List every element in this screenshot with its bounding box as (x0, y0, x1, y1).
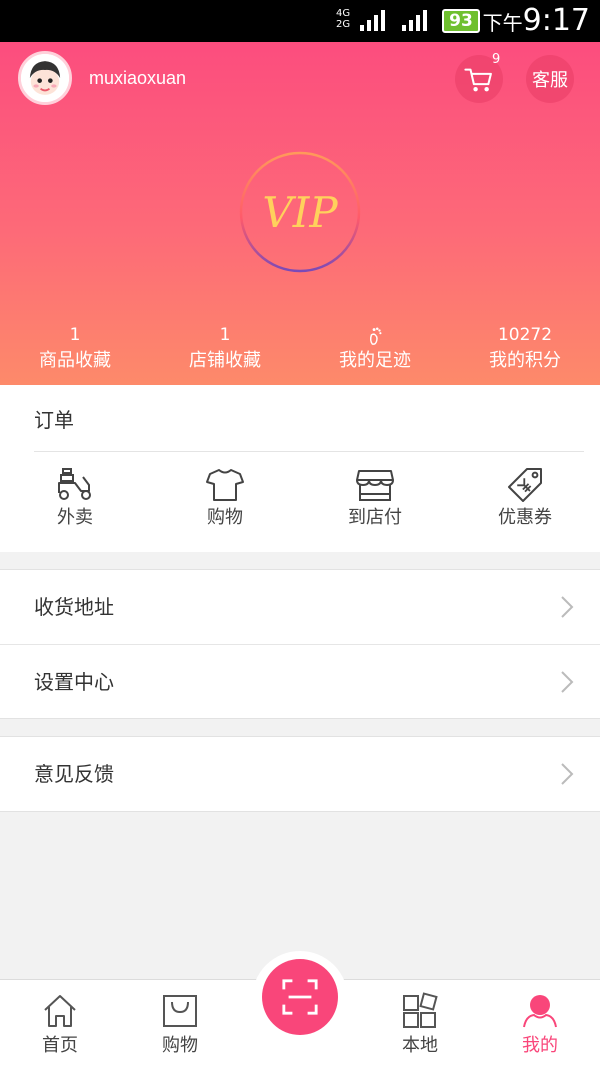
stat-value: 10272 (497, 325, 553, 345)
stat-product-favorites[interactable]: 1 商品收藏 (0, 324, 150, 378)
nav-shopping[interactable]: 购物 (140, 992, 220, 1057)
footprint-glyph (369, 327, 382, 345)
order-shopping[interactable]: 购物 (150, 467, 300, 529)
menu-label: 设置中心 (34, 670, 114, 694)
chevron-right-icon (561, 596, 574, 618)
tshirt-icon (206, 469, 244, 501)
scan-button[interactable] (262, 959, 338, 1035)
username[interactable]: muxiaoxuan (89, 67, 186, 89)
cart-badge: 9 (492, 52, 501, 67)
scan-icon (282, 979, 318, 1015)
order-in-store-pay[interactable]: 到店付 (300, 467, 450, 529)
stat-label: 商品收藏 (39, 350, 111, 371)
nav-label: 购物 (162, 1035, 198, 1056)
avatar-icon (21, 54, 69, 102)
orders-card: 订单 外卖 购物 到店付 优惠券 (0, 385, 600, 552)
order-label: 到店付 (348, 507, 402, 528)
network-4g-label: 4G (336, 8, 351, 19)
store-icon (356, 470, 394, 501)
network-2g-label: 2G (336, 19, 351, 30)
nav-label: 首页 (42, 1035, 78, 1056)
cart-icon (464, 68, 492, 92)
footprint-icon (300, 324, 450, 348)
signal-icon (360, 10, 388, 31)
orders-title[interactable]: 订单 (34, 407, 74, 433)
menu-label: 收货地址 (34, 595, 114, 619)
grid-icon (403, 992, 438, 1028)
order-coupons[interactable]: 优惠券 (450, 467, 600, 529)
menu-feedback[interactable]: 意见反馈 (0, 737, 600, 811)
menu-shipping-address[interactable]: 收货地址 (0, 570, 600, 644)
clock-period: 下午 (482, 11, 523, 35)
scan-button-wrap (252, 951, 348, 1047)
profile-header: muxiaoxuan 9 客服 VIP 1 商品收藏 1 店铺收藏 我的足迹 1… (0, 42, 600, 385)
home-icon (44, 995, 76, 1027)
order-categories: 外卖 购物 到店付 优惠券 (0, 467, 600, 529)
stats-row: 1 商品收藏 1 店铺收藏 我的足迹 10272 我的积分 (0, 324, 600, 378)
stat-store-favorites[interactable]: 1 店铺收藏 (150, 324, 300, 378)
user-icon (523, 995, 557, 1028)
order-takeout[interactable]: 外卖 (0, 467, 150, 529)
order-label: 外卖 (57, 507, 93, 528)
network-type: 4G 2G (336, 8, 350, 30)
nav-me[interactable]: 我的 (500, 992, 580, 1057)
vip-ring-icon: VIP (239, 151, 361, 273)
vip-label: VIP (262, 188, 338, 237)
vip-badge[interactable]: VIP (238, 150, 362, 274)
stat-label: 店铺收藏 (189, 350, 261, 371)
customer-service-button[interactable]: 客服 (526, 55, 574, 103)
nav-label: 本地 (402, 1035, 438, 1056)
stat-value: 1 (219, 325, 231, 345)
chevron-right-icon (561, 671, 574, 693)
stat-value: 1 (69, 325, 81, 345)
chevron-right-icon (561, 763, 574, 785)
stat-label: 我的足迹 (339, 350, 411, 371)
nav-home[interactable]: 首页 (20, 992, 100, 1057)
menu-group-2: 意见反馈 (0, 736, 600, 812)
clock-time: 9:17 (522, 3, 590, 38)
signal-icon-secondary (402, 10, 430, 31)
shopping-bag-icon (163, 995, 197, 1027)
menu-label: 意见反馈 (34, 762, 114, 786)
nav-label: 我的 (522, 1035, 558, 1056)
clock: 下午9:17 (483, 4, 590, 40)
menu-settings[interactable]: 设置中心 (0, 644, 600, 718)
nav-local[interactable]: 本地 (380, 992, 460, 1057)
stat-footprints[interactable]: 我的足迹 (300, 324, 450, 378)
stat-label: 我的积分 (489, 350, 561, 371)
stat-points[interactable]: 10272 我的积分 (450, 324, 600, 378)
scooter-icon (58, 468, 91, 500)
avatar[interactable] (18, 51, 72, 105)
status-bar: 4G 2G 93 下午9:17 (0, 0, 600, 42)
order-label: 优惠券 (498, 507, 552, 528)
battery-indicator: 93 (442, 9, 480, 33)
coupon-icon (508, 468, 542, 502)
order-label: 购物 (207, 507, 243, 528)
divider (34, 451, 584, 452)
menu-group-1: 收货地址 设置中心 (0, 569, 600, 719)
